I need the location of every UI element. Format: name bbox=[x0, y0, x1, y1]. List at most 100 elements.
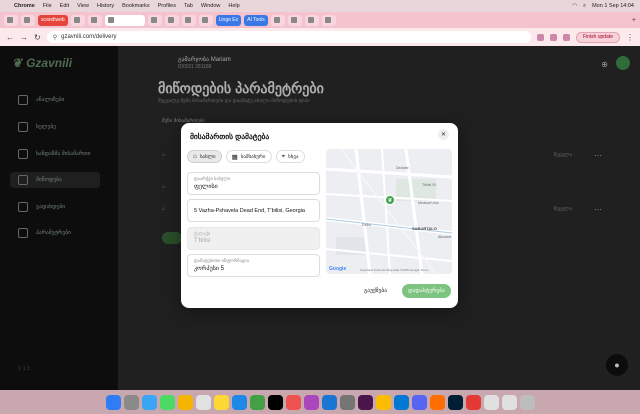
tab[interactable] bbox=[198, 14, 213, 26]
menu-app-name[interactable]: Chrome bbox=[14, 3, 35, 9]
tab[interactable] bbox=[181, 14, 196, 26]
tab-other[interactable]: ⌖ სხვა bbox=[275, 150, 305, 163]
launchpad-icon[interactable] bbox=[123, 394, 139, 410]
discord-icon[interactable] bbox=[411, 394, 427, 410]
field-value: კორპუსი 5 bbox=[194, 266, 224, 272]
tab-work[interactable]: ▦ სამსახური bbox=[225, 150, 272, 163]
tab-label: სამსახური bbox=[240, 153, 266, 160]
reload-icon[interactable]: ↻ bbox=[34, 33, 41, 42]
tab[interactable] bbox=[21, 14, 35, 26]
extra-info-field[interactable]: დამატებითი ინფორმაცია კორპუსი 5 bbox=[187, 254, 320, 277]
close-button[interactable]: ✕ bbox=[438, 129, 449, 140]
tab[interactable] bbox=[147, 14, 162, 26]
cancel-button[interactable]: გაუქმება bbox=[364, 288, 387, 294]
menu-profiles[interactable]: Profiles bbox=[158, 3, 176, 9]
back-arrow-icon[interactable]: ← bbox=[6, 33, 14, 42]
tab[interactable] bbox=[70, 14, 85, 26]
photos-icon[interactable] bbox=[177, 394, 193, 410]
tab[interactable] bbox=[287, 14, 302, 26]
notes-icon[interactable] bbox=[213, 394, 229, 410]
add-address-modal: მისამართის დამატება ✕ ⌂ სახლი ▦ სამსახურ… bbox=[181, 123, 458, 308]
folder-icon[interactable] bbox=[501, 394, 517, 410]
chrome-icon[interactable] bbox=[375, 394, 391, 410]
field-value: 5 Vazha-Pshavela Dead End, T'bilisi, Geo… bbox=[194, 207, 305, 214]
home-icon: ⌂ bbox=[193, 153, 197, 160]
settings-icon[interactable] bbox=[339, 394, 355, 410]
location-pin-icon: ⌖ bbox=[281, 152, 286, 160]
messages-icon[interactable] bbox=[159, 394, 175, 410]
app-page: ❦ Gzavnili ანალიზები ხელებე ხანდაზმა მის… bbox=[0, 46, 640, 390]
tab[interactable] bbox=[270, 14, 285, 26]
trash-icon[interactable] bbox=[519, 394, 535, 410]
tab[interactable] bbox=[4, 14, 18, 26]
tab-active[interactable] bbox=[104, 14, 145, 26]
tab[interactable] bbox=[321, 14, 336, 26]
profile-avatar-icon[interactable] bbox=[562, 33, 570, 41]
menu-tab[interactable]: Tab bbox=[184, 3, 193, 9]
google-logo: Google bbox=[329, 266, 347, 272]
tab-home[interactable]: ⌂ სახლი bbox=[187, 150, 222, 163]
city-field: ქალაქი T'bilisi bbox=[187, 227, 320, 250]
menu-file[interactable]: File bbox=[43, 3, 52, 9]
illustrator-icon[interactable] bbox=[429, 394, 445, 410]
tab[interactable] bbox=[164, 14, 179, 26]
search-icon[interactable]: ⌕ bbox=[583, 3, 586, 10]
menu-view[interactable]: View bbox=[77, 3, 89, 9]
map-attribution[interactable]: Keyboard shortcuts Map data ©2025 Google… bbox=[360, 268, 428, 272]
vscode-icon[interactable] bbox=[393, 394, 409, 410]
new-tab-icon[interactable]: + bbox=[632, 17, 636, 24]
menu-window[interactable]: Window bbox=[201, 3, 221, 9]
menu-bookmarks[interactable]: Bookmarks bbox=[122, 3, 150, 9]
macos-menu-bar: Chrome File Edit View History Bookmarks … bbox=[0, 0, 640, 12]
menu-edit[interactable]: Edit bbox=[60, 3, 69, 9]
tab-label: სხვა bbox=[288, 153, 299, 160]
chrome-menu-icon[interactable]: ⋮ bbox=[626, 33, 634, 42]
tab-favicon-icon bbox=[107, 17, 114, 23]
tab-ai-tools[interactable]: AI Tools bbox=[244, 14, 268, 26]
site-info-icon[interactable]: ⚲ bbox=[53, 34, 57, 41]
extension-icon[interactable] bbox=[536, 33, 544, 41]
url-bar[interactable]: ⚲ gzavnili.com/delivery bbox=[46, 31, 531, 43]
menu-history[interactable]: History bbox=[97, 3, 114, 9]
screen: Chrome File Edit View History Bookmarks … bbox=[0, 0, 640, 414]
field-value: ფელისი bbox=[194, 184, 218, 190]
tab[interactable] bbox=[87, 14, 102, 26]
tab-favicon-icon bbox=[7, 17, 13, 23]
slack-icon[interactable] bbox=[357, 394, 373, 410]
field-label: დამატებითი ინფორმაცია bbox=[194, 258, 250, 263]
tab-lingo[interactable]: Lingo Ex bbox=[215, 14, 242, 26]
map[interactable]: Dedube Tbilisi St. Medical Univ. Delisi … bbox=[326, 149, 452, 274]
finder-icon[interactable] bbox=[105, 394, 121, 410]
wifi-icon[interactable]: ◠ bbox=[572, 3, 577, 9]
map-pin-icon[interactable]: ❦ bbox=[385, 195, 395, 205]
map-label: Tbilisi St. bbox=[422, 183, 437, 187]
tab-favicon-icon bbox=[73, 17, 80, 23]
podcasts-icon[interactable] bbox=[303, 394, 319, 410]
facetime-icon[interactable] bbox=[249, 394, 265, 410]
appstore-icon[interactable] bbox=[321, 394, 337, 410]
mail-icon[interactable] bbox=[231, 394, 247, 410]
photoshop-icon[interactable] bbox=[447, 394, 463, 410]
safari-icon[interactable] bbox=[141, 394, 157, 410]
map-label: Delisi bbox=[362, 223, 371, 227]
tab-badge[interactable]: scandiweb bbox=[38, 14, 68, 26]
menu-help[interactable]: Help bbox=[228, 3, 239, 9]
folder-icon[interactable] bbox=[483, 394, 499, 410]
street-address-field[interactable]: 5 Vazha-Pshavela Dead End, T'bilisi, Geo… bbox=[187, 199, 320, 222]
calendar-icon[interactable] bbox=[195, 394, 211, 410]
extension-icon[interactable] bbox=[549, 33, 557, 41]
finish-update-button[interactable]: Finish update bbox=[575, 31, 620, 43]
tv-icon[interactable] bbox=[267, 394, 283, 410]
map-label: Alexand bbox=[438, 235, 451, 239]
confirm-button[interactable]: დადასტურება bbox=[402, 284, 451, 298]
building-icon: ▦ bbox=[231, 153, 238, 161]
map-label: SABURTALO bbox=[412, 226, 437, 231]
forward-arrow-icon[interactable]: → bbox=[20, 33, 28, 42]
address-name-field[interactable]: დაარქვი სახელი ფელისი bbox=[187, 172, 320, 195]
music-icon[interactable] bbox=[285, 394, 301, 410]
menu-clock[interactable]: Mon 1 Sep 14:04 bbox=[592, 3, 634, 9]
map-label: Medical Univ. bbox=[418, 201, 440, 205]
address-type-tabs: ⌂ სახლი ▦ სამსახური ⌖ სხვა bbox=[187, 150, 305, 163]
app-icon[interactable] bbox=[465, 394, 481, 410]
tab[interactable] bbox=[304, 14, 319, 26]
